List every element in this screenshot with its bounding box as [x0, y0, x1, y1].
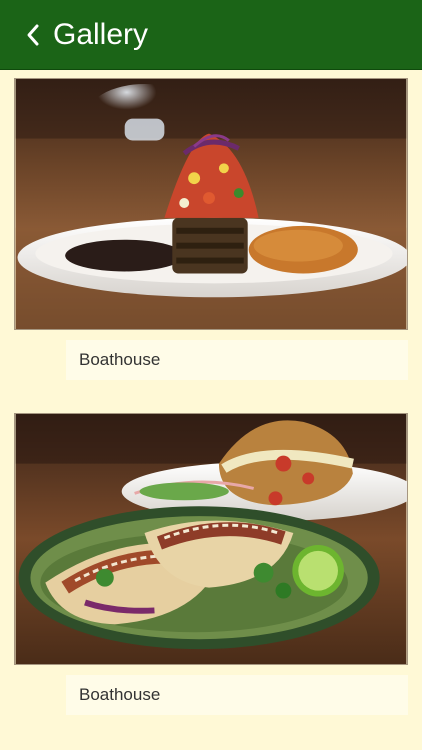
- page-title: Gallery: [53, 18, 149, 51]
- tacos-and-burger-photo: [14, 413, 408, 665]
- grilled-fish-plate-photo: [14, 78, 408, 330]
- gallery-item-caption: Boathouse: [66, 340, 408, 380]
- gallery-item[interactable]: Boathouse: [14, 78, 408, 380]
- gallery-item-caption: Boathouse: [66, 675, 408, 715]
- nav-bar: Gallery: [0, 0, 422, 70]
- gallery-item[interactable]: Boathouse: [14, 413, 408, 715]
- chevron-left-icon: [27, 24, 39, 46]
- back-button[interactable]: [22, 22, 44, 48]
